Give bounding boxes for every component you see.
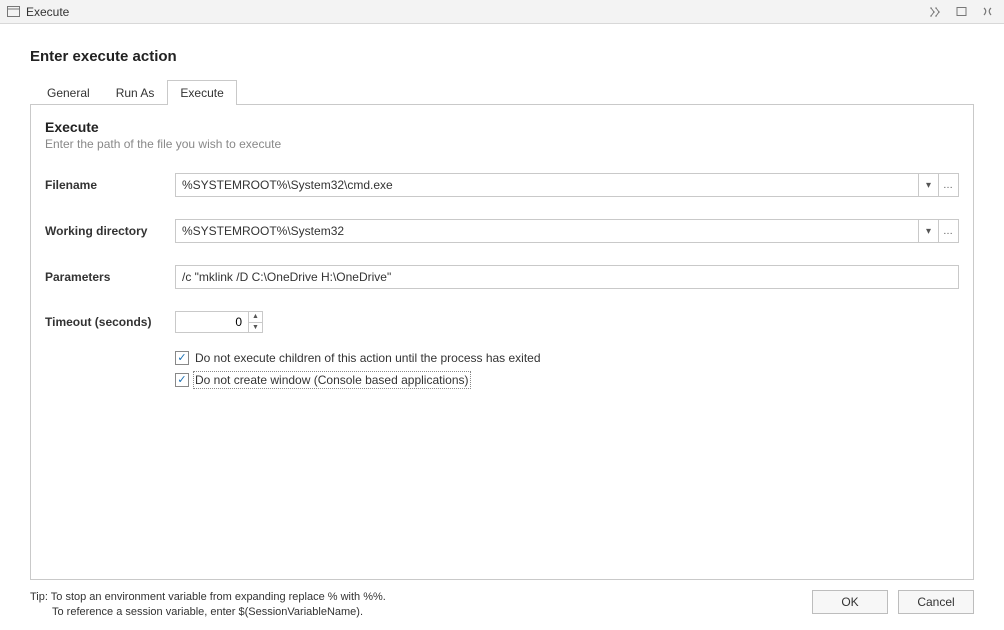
checkbox-wait-children[interactable]: ✓ xyxy=(175,351,189,365)
window-title: Execute xyxy=(26,5,69,19)
tab-runas[interactable]: Run As xyxy=(103,80,168,105)
timeout-spin-up[interactable]: ▲ xyxy=(249,311,263,322)
chevron-down-icon: ▼ xyxy=(252,324,259,331)
maximize-button[interactable] xyxy=(950,2,972,22)
chevron-down-icon: ▾ xyxy=(926,180,931,191)
row-timeout: Timeout (seconds) ▲ ▼ xyxy=(45,311,959,333)
tab-general[interactable]: General xyxy=(34,80,103,105)
ellipsis-icon: … xyxy=(943,226,954,237)
row-workingdir: Working directory ▾ … xyxy=(45,219,959,243)
ok-button[interactable]: OK xyxy=(812,590,888,614)
tab-panel-execute: Execute Enter the path of the file you w… xyxy=(30,104,974,580)
window-icon xyxy=(6,5,20,19)
tab-strip: General Run As Execute xyxy=(34,79,974,104)
row-filename: Filename ▾ … xyxy=(45,173,959,197)
tip-text: Tip: To stop an environment variable fro… xyxy=(30,590,386,620)
title-bar: Execute xyxy=(0,0,1004,24)
workingdir-dropdown-button[interactable]: ▾ xyxy=(919,219,939,243)
row-parameters: Parameters xyxy=(45,265,959,289)
help-button[interactable] xyxy=(924,2,946,22)
tip-line1: Tip: To stop an environment variable fro… xyxy=(30,590,386,605)
timeout-spin-down[interactable]: ▼ xyxy=(249,322,263,334)
cancel-button[interactable]: Cancel xyxy=(898,590,974,614)
workingdir-input[interactable] xyxy=(175,219,919,243)
workingdir-label: Working directory xyxy=(45,224,175,238)
tab-execute[interactable]: Execute xyxy=(167,80,236,105)
filename-dropdown-button[interactable]: ▾ xyxy=(919,173,939,197)
checkbox-wait-children-label[interactable]: Do not execute children of this action u… xyxy=(195,351,541,365)
check-icon: ✓ xyxy=(177,353,186,364)
timeout-label: Timeout (seconds) xyxy=(45,315,175,329)
chevron-up-icon: ▲ xyxy=(252,313,259,320)
parameters-label: Parameters xyxy=(45,270,175,284)
page-title: Enter execute action xyxy=(30,48,974,65)
chevron-down-icon: ▾ xyxy=(926,226,931,237)
row-check-wait: ✓ Do not execute children of this action… xyxy=(175,351,959,365)
parameters-input[interactable] xyxy=(175,265,959,289)
row-check-nowindow: ✓ Do not create window (Console based ap… xyxy=(175,373,959,387)
close-button[interactable] xyxy=(976,2,998,22)
section-title: Execute xyxy=(45,119,959,135)
timeout-spinner[interactable]: ▲ ▼ xyxy=(175,311,265,333)
tip-line2: To reference a session variable, enter $… xyxy=(30,605,386,620)
filename-browse-button[interactable]: … xyxy=(939,173,959,197)
timeout-input[interactable] xyxy=(175,311,249,333)
checkbox-no-window[interactable]: ✓ xyxy=(175,373,189,387)
section-subtitle: Enter the path of the file you wish to e… xyxy=(45,137,959,151)
check-icon: ✓ xyxy=(177,375,186,386)
filename-label: Filename xyxy=(45,178,175,192)
checkbox-no-window-label[interactable]: Do not create window (Console based appl… xyxy=(195,373,469,387)
ellipsis-icon: … xyxy=(943,180,954,191)
filename-input[interactable] xyxy=(175,173,919,197)
workingdir-browse-button[interactable]: … xyxy=(939,219,959,243)
